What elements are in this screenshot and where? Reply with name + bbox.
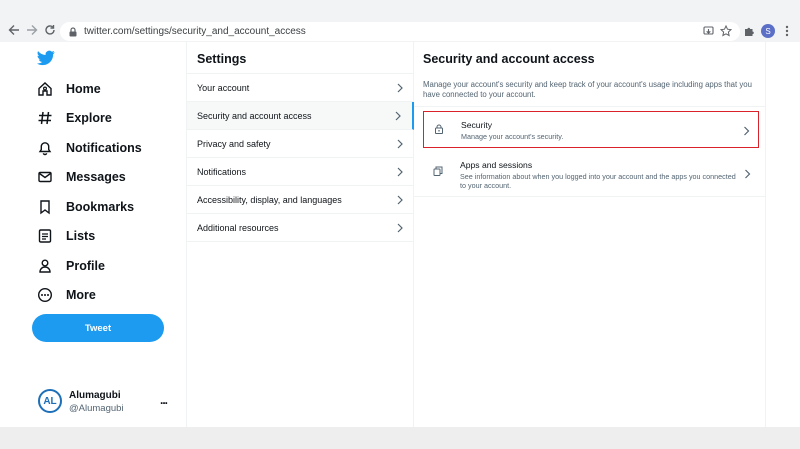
back-arrow-icon[interactable] [7,23,21,37]
nav-home-label: Home [66,82,101,96]
security-option[interactable]: Security Manage your account's security. [423,111,759,148]
chevron-right-icon [397,223,403,232]
option-title: Security [461,120,493,130]
settings-item-your-account[interactable]: Your account [187,74,414,102]
page-description: Manage your account's security and keep … [423,80,752,99]
left-navigation: Home Explore Notifications Messages Book… [0,42,186,427]
chevron-right-icon [397,83,403,92]
settings-item-security-and-account-access[interactable]: Security and account access [187,102,414,130]
settings-item-notifications[interactable]: Notifications [187,158,414,186]
settings-item-label: Security and account access [197,110,312,121]
person-icon [36,257,54,275]
page-title: Security and account access [423,52,595,66]
divider [414,106,765,107]
nav-lists[interactable]: Lists [36,224,95,248]
nav-notifications[interactable]: Notifications [36,136,142,160]
account-name: Alumagubi [69,390,121,401]
install-app-icon[interactable] [701,24,715,38]
settings-item-additional-resources[interactable]: Additional resources [187,214,414,242]
settings-title: Settings [197,52,247,66]
envelope-icon [36,168,54,186]
apps-and-sessions-option[interactable]: Apps and sessions See information about … [423,152,759,196]
tweet-button[interactable]: Tweet [32,314,164,342]
nav-home[interactable]: Home [36,77,101,101]
chevron-right-icon [397,167,403,176]
copy-icon [433,166,443,176]
hashtag-icon [36,109,54,127]
lock-icon [435,124,443,134]
nav-more-label: More [66,288,96,302]
nav-messages[interactable]: Messages [36,165,126,189]
account-switcher[interactable]: AL Alumagubi @Alumagubi ... [38,387,178,417]
detail-column: Security and account access Manage your … [414,42,766,427]
settings-item-privacy-and-safety[interactable]: Privacy and safety [187,130,414,158]
reload-icon[interactable] [43,23,57,37]
chevron-right-icon [744,126,750,136]
nav-profile[interactable]: Profile [36,254,105,278]
option-title: Apps and sessions [460,160,533,170]
account-handle: @Alumagubi [69,403,124,414]
bookmark-icon [36,198,54,216]
settings-item-label: Additional resources [197,222,279,233]
nav-lists-label: Lists [66,229,96,243]
extensions-puzzle-icon[interactable] [742,24,756,38]
option-subtitle: Manage your account's security. [461,132,564,141]
twitter-bird-icon[interactable] [37,50,55,66]
list-icon [36,227,54,245]
twitter-page: Home Explore Notifications Messages Book… [0,42,800,427]
settings-item-label: Privacy and safety [197,138,271,149]
settings-item-label: Notifications [197,166,247,177]
address-bar[interactable]: twitter.com/settings/security_and_accoun… [60,22,740,41]
kebab-menu-icon[interactable] [780,24,794,38]
chevron-right-icon [745,169,751,179]
more-circle-icon [36,286,54,304]
nav-profile-label: Profile [66,259,105,273]
forward-arrow-icon[interactable] [25,23,39,37]
nav-notifications-label: Notifications [66,141,142,155]
settings-item-accessibility[interactable]: Accessibility, display, and languages [187,186,414,214]
nav-explore[interactable]: Explore [36,106,112,130]
nav-bookmarks[interactable]: Bookmarks [36,195,134,219]
avatar: AL [38,389,62,413]
chevron-right-icon [397,139,403,148]
settings-list: Your account Security and account access… [187,73,414,242]
home-icon [36,80,54,98]
bell-icon [36,139,54,157]
option-subtitle: See information about when you logged in… [460,172,736,190]
nav-more[interactable]: More [36,283,96,307]
chevron-right-icon [395,111,401,120]
nav-bookmarks-label: Bookmarks [66,200,135,214]
settings-item-label: Your account [197,82,250,93]
nav-explore-label: Explore [66,111,112,125]
divider [414,196,765,197]
browser-profile-avatar[interactable]: S [761,24,775,38]
bottom-strip [0,427,800,449]
url-text: twitter.com/settings/security_and_accoun… [84,26,306,37]
nav-messages-label: Messages [66,170,126,184]
browser-toolbar: twitter.com/settings/security_and_accoun… [0,0,800,42]
account-more-icon[interactable]: ... [160,393,168,407]
page-scrollbar[interactable] [766,42,800,427]
chevron-right-icon [397,195,403,204]
star-icon[interactable] [719,24,733,38]
settings-column: Settings Your account Security and accou… [186,42,414,427]
lock-icon [69,26,77,36]
settings-item-label: Accessibility, display, and languages [197,194,342,205]
